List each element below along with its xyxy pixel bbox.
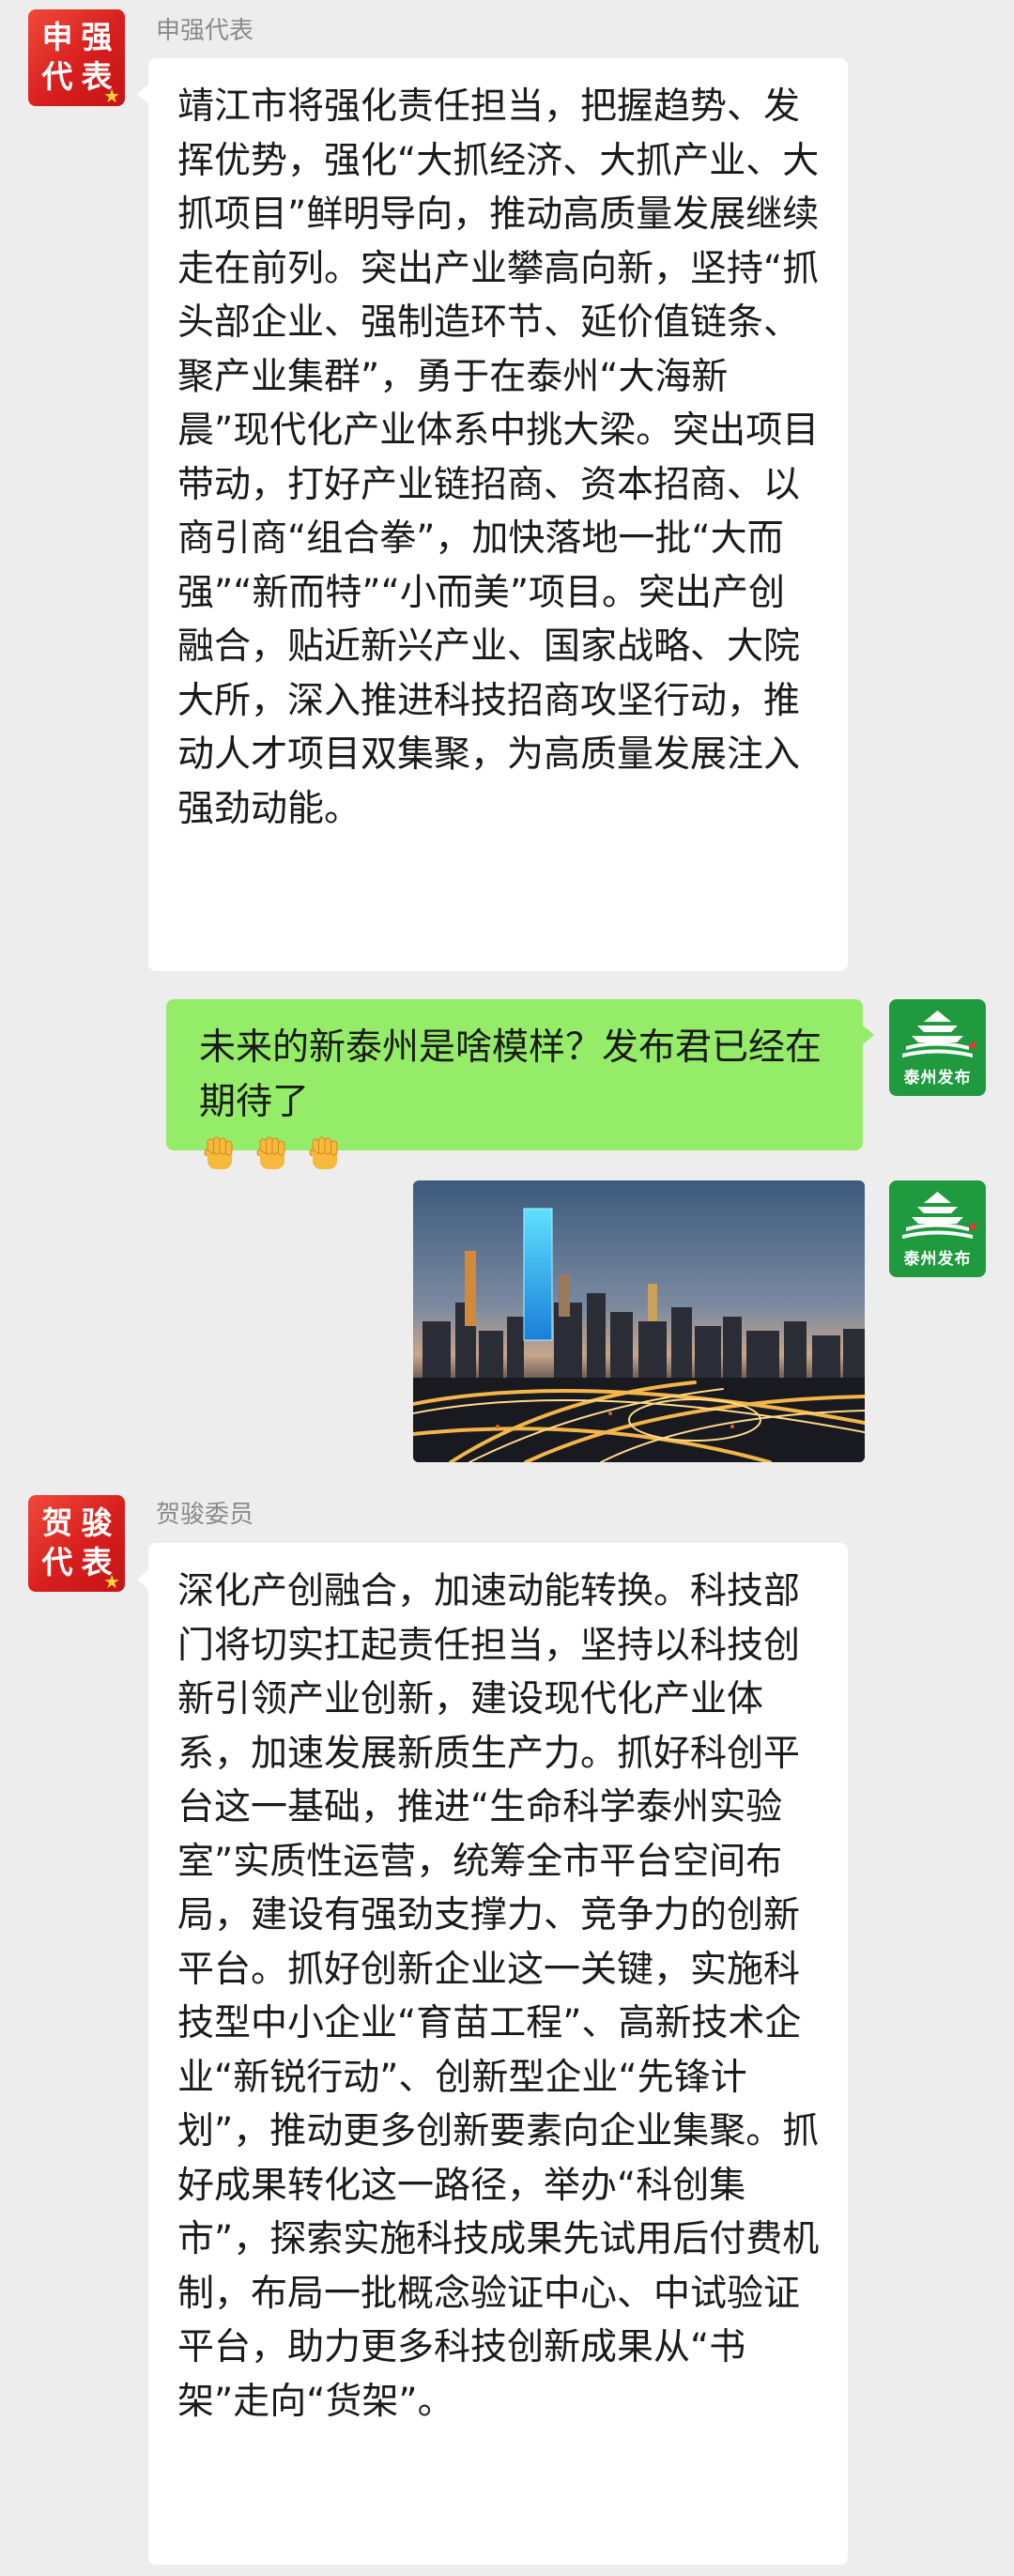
avatar-taizhou-fabu[interactable]: 泰州发布 [889, 1180, 986, 1277]
city-photo-image [413, 1180, 865, 1462]
fist-emoji [304, 1134, 344, 1173]
message-text: 靖江市将强化责任担当，把握趋势、发挥优势，强化“大抓经济、大抓产业、大抓项目”鲜… [177, 85, 820, 830]
message-bubble[interactable]: 靖江市将强化责任担当，把握趋势、发挥优势，强化“大抓经济、大抓产业、大抓项目”鲜… [148, 58, 848, 971]
message-text: 未来的新泰州是啥模样？发布君已经在期待了 [199, 1026, 822, 1123]
fist-emoji [199, 1134, 238, 1173]
sender-name: 贺骏委员 [156, 1501, 254, 1529]
avatar-char: 代 [41, 57, 73, 95]
avatar-caption: 泰州发布 [903, 1250, 972, 1269]
message-bubble-self[interactable]: 未来的新泰州是啥模样？发布君已经在期待了 [166, 999, 863, 1169]
sender-name: 申强代表 [156, 17, 254, 45]
bubble-tail [863, 1026, 874, 1044]
taizhou-logo-icon [902, 1192, 976, 1239]
avatar-char: 代 [41, 1543, 73, 1581]
avatar-char: 贺 [41, 1504, 73, 1541]
bubble-tail [137, 85, 148, 103]
avatar-taizhou-fabu[interactable]: 泰州发布 [889, 999, 986, 1096]
message-text: 深化产创融合，加速动能转换。科技部门将切实扛起责任担当，坚持以科技创新引领产业创… [177, 1570, 820, 2423]
bubble-tail [137, 1570, 148, 1589]
message-bubble[interactable]: 深化产创融合，加速动能转换。科技部门将切实扛起责任担当，坚持以科技创新引领产业创… [148, 1543, 848, 2565]
fist-emoji [252, 1134, 291, 1173]
star-icon: ★ [103, 1570, 120, 1592]
taizhou-logo-icon [902, 1010, 976, 1057]
star-icon: ★ [103, 85, 120, 106]
avatar-char: 强 [81, 18, 113, 55]
avatar-char: 骏 [81, 1504, 113, 1541]
avatar-shenqiang[interactable]: 申 强 代 表 ★ [28, 9, 125, 106]
avatar-char: 申 [41, 18, 73, 55]
avatar-hejun[interactable]: 贺 骏 代 表 ★ [28, 1495, 125, 1592]
avatar-caption: 泰州发布 [903, 1069, 972, 1087]
city-night-photo[interactable] [413, 1180, 865, 1462]
